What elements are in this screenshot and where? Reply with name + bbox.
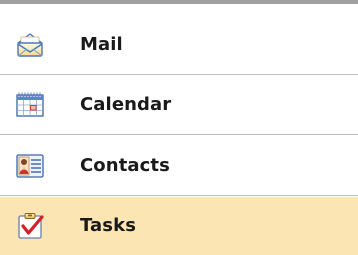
- nav-item-mail-label: Mail: [80, 33, 123, 55]
- contacts-icon: [16, 152, 44, 180]
- nav-item-tasks-label: Tasks: [80, 215, 137, 237]
- navigation-pane: Mail Calendar Contacts Tasks: [0, 0, 358, 255]
- nav-item-tasks[interactable]: Tasks: [0, 197, 358, 255]
- calendar-icon: [16, 91, 44, 119]
- nav-item-contacts-label: Contacts: [80, 154, 170, 176]
- nav-item-contacts[interactable]: Contacts: [0, 136, 358, 196]
- mail-icon: [16, 31, 44, 59]
- nav-item-calendar-label: Calendar: [80, 93, 172, 115]
- nav-item-mail[interactable]: Mail: [0, 15, 358, 75]
- nav-item-calendar[interactable]: Calendar: [0, 75, 358, 135]
- navigation-pane-top-border: [0, 0, 358, 4]
- tasks-icon: [16, 212, 44, 240]
